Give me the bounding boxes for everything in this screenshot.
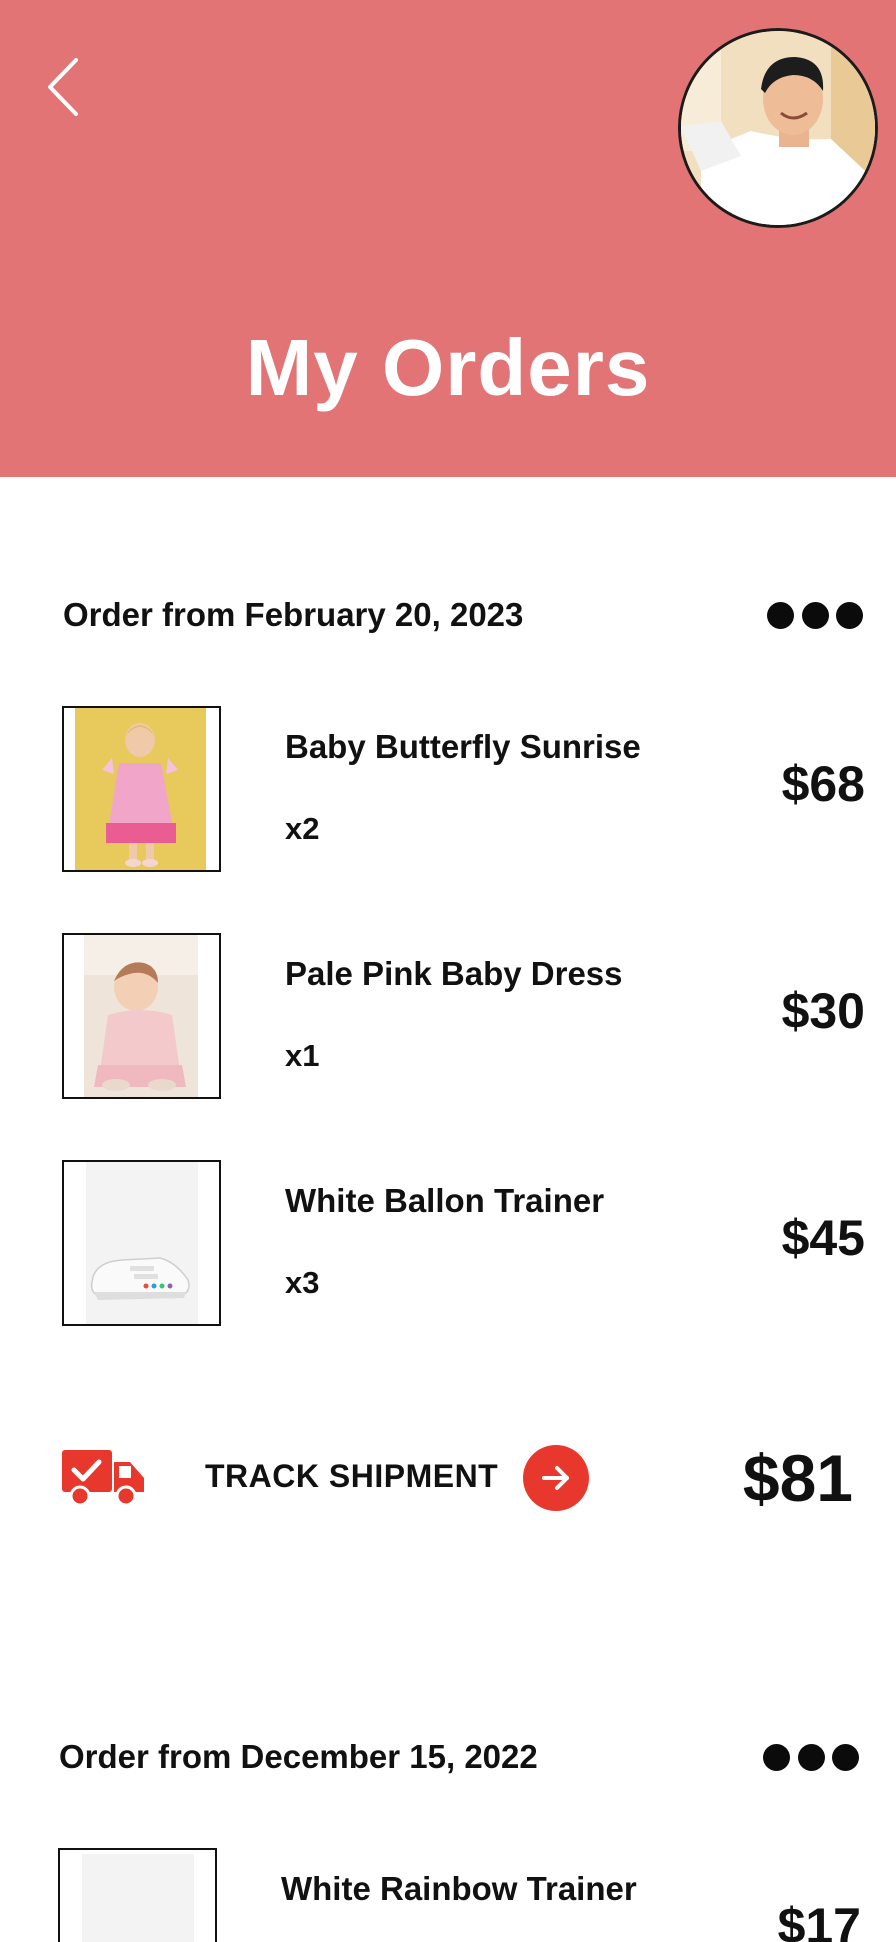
order-date: Order from December 15, 2022	[59, 1738, 538, 1775]
track-shipment-row: TRACK SHIPMENT $81	[62, 1440, 853, 1520]
delivery-truck-icon	[62, 1450, 144, 1507]
avatar[interactable]	[678, 28, 878, 228]
track-shipment-button[interactable]	[523, 1445, 589, 1511]
product-image	[58, 1848, 217, 1942]
order-date: Order from February 20, 2023	[63, 596, 524, 633]
order-total: $81	[742, 1441, 853, 1515]
product-quantity: x1	[285, 1038, 320, 1073]
product-price: $30	[781, 983, 865, 1039]
arrow-right-icon	[542, 1466, 569, 1490]
page-title: My Orders	[245, 323, 651, 412]
order-item[interactable]: Baby Butterfly Sunrise x2 $68	[62, 706, 865, 872]
product-image	[62, 1160, 221, 1326]
more-dots-icon[interactable]	[763, 1741, 859, 1773]
product-image	[62, 706, 221, 872]
product-name: Baby Butterfly Sunrise	[285, 728, 641, 765]
order-item[interactable]: Pale Pink Baby Dress x1 $30	[62, 933, 865, 1099]
product-quantity: x3	[285, 1265, 320, 1300]
chevron-left-icon[interactable]	[40, 52, 90, 122]
product-name: Pale Pink Baby Dress	[285, 955, 623, 992]
product-name: White Rainbow Trainer	[281, 1870, 637, 1907]
order-item[interactable]: White Rainbow Trainer $17	[58, 1848, 861, 1942]
product-quantity: x2	[285, 811, 320, 846]
product-price: $45	[781, 1210, 865, 1266]
product-price: $68	[781, 756, 865, 812]
product-name: White Ballon Trainer	[285, 1182, 605, 1219]
header: My Orders	[0, 0, 896, 477]
product-image	[62, 933, 221, 1099]
order-header: Order from February 20, 2023	[63, 590, 863, 640]
track-shipment-label[interactable]: TRACK SHIPMENT	[205, 1456, 498, 1496]
order-header: Order from December 15, 2022	[59, 1732, 859, 1782]
order-item[interactable]: White Ballon Trainer x3 $45	[62, 1160, 865, 1326]
product-price: $17	[777, 1898, 861, 1942]
more-dots-icon[interactable]	[767, 599, 863, 631]
